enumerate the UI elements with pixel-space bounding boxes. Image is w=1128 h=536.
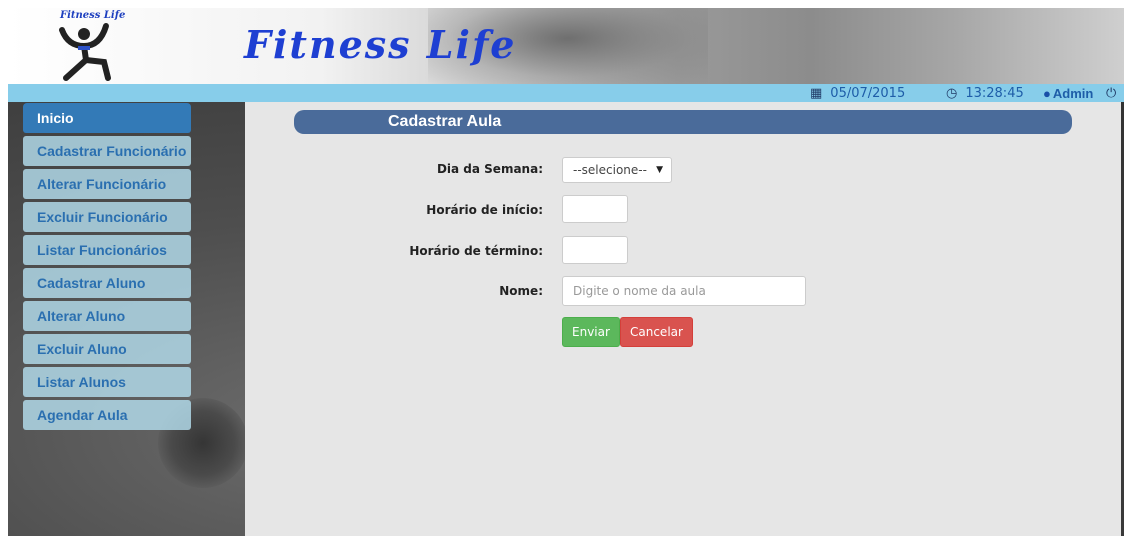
end-time-input[interactable] <box>562 236 628 264</box>
user-name[interactable]: Admin <box>1053 86 1093 101</box>
start-time-row: Horário de início: <box>245 195 1121 225</box>
page-header: Fitness Life Fitness Life <box>8 8 1124 84</box>
sidebar-item-alterar-funcionario[interactable]: Alterar Funcionário <box>23 169 191 199</box>
sidebar-item-excluir-funcionario[interactable]: Excluir Funcionário <box>23 202 191 232</box>
sidebar-item-listar-alunos[interactable]: Listar Alunos <box>23 367 191 397</box>
submit-button[interactable]: Enviar <box>562 317 620 347</box>
name-label: Nome: <box>499 284 543 298</box>
date-display: ▦ 05/07/2015 <box>810 84 905 102</box>
sidebar-item-inicio[interactable]: Inicio <box>23 103 191 133</box>
actions-row: Enviar Cancelar <box>245 317 1121 347</box>
start-time-input[interactable] <box>562 195 628 223</box>
sidebar-item-cadastrar-aluno[interactable]: Cadastrar Aluno <box>23 268 191 298</box>
caret-down-icon: ▼ <box>656 165 663 175</box>
time-text: 13:28:45 <box>965 86 1024 101</box>
name-input[interactable]: Digite o nome da aula <box>562 276 806 306</box>
user-icon: ● <box>1043 86 1051 101</box>
main-content: Cadastrar Aula Dia da Semana: --selecion… <box>245 102 1121 536</box>
app-frame: Fitness Life Fitness Life ▦ 05/07/2015 ◷ 1… <box>8 8 1124 536</box>
end-time-label: Horário de término: <box>409 244 543 258</box>
day-select[interactable]: --selecione-- ▼ <box>562 157 672 183</box>
sidebar-nav: Inicio Cadastrar Funcionário Alterar Fun… <box>23 103 191 433</box>
brand-title: Fitness Life <box>244 22 517 67</box>
day-label: Dia da Semana: <box>436 162 543 176</box>
date-text: 05/07/2015 <box>830 86 906 101</box>
sidebar-item-agendar-aula[interactable]: Agendar Aula <box>23 400 191 430</box>
sidebar-item-cadastrar-funcionario[interactable]: Cadastrar Funcionário <box>23 136 191 166</box>
calendar-icon: ▦ <box>810 86 823 101</box>
time-display: ◷ 13:28:45 <box>946 84 1024 102</box>
page-title: Cadastrar Aula <box>388 113 502 130</box>
top-status-bar: ▦ 05/07/2015 ◷ 13:28:45 ● Admin ⏻ <box>8 84 1124 102</box>
sidebar-item-listar-funcionarios[interactable]: Listar Funcionários <box>23 235 191 265</box>
day-row: Dia da Semana: --selecione-- ▼ <box>245 154 1121 184</box>
sidebar-item-excluir-aluno[interactable]: Excluir Aluno <box>23 334 191 364</box>
user-menu[interactable]: ● Admin <box>1043 84 1093 102</box>
name-row: Nome: Digite o nome da aula <box>245 276 1121 306</box>
cancel-button[interactable]: Cancelar <box>620 317 693 347</box>
power-icon[interactable]: ⏻ <box>1106 84 1116 102</box>
start-time-label: Horário de início: <box>426 203 543 217</box>
day-select-value: --selecione-- <box>573 163 647 177</box>
end-time-row: Horário de término: <box>245 236 1121 266</box>
section-header: Cadastrar Aula <box>294 110 1072 134</box>
clock-icon: ◷ <box>946 86 958 101</box>
sidebar-item-alterar-aluno[interactable]: Alterar Aluno <box>23 301 191 331</box>
logo-figure-icon <box>59 23 111 81</box>
